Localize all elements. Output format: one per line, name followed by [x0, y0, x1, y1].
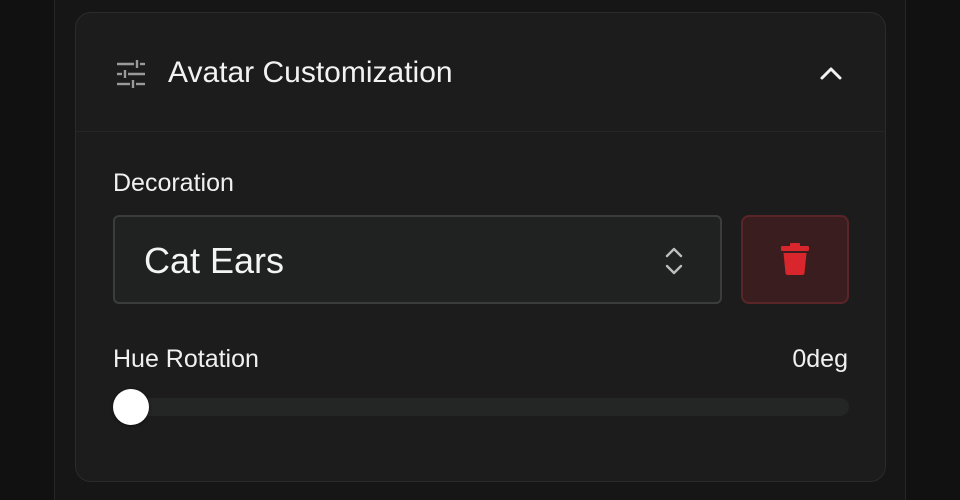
delete-decoration-button[interactable]	[741, 215, 849, 304]
decoration-selected-value: Cat Ears	[144, 240, 285, 281]
decoration-label: Decoration	[113, 169, 234, 197]
sliders-icon	[117, 60, 145, 88]
hue-rotation-value: 0deg	[792, 345, 848, 373]
slider-thumb[interactable]	[113, 389, 149, 425]
panel-header[interactable]: Avatar Customization	[76, 13, 885, 132]
hue-rotation-slider[interactable]	[113, 389, 849, 425]
chevron-up-icon[interactable]	[816, 60, 846, 86]
avatar-customization-panel: Avatar Customization Decoration Cat Ears…	[75, 12, 886, 482]
trash-icon	[781, 243, 809, 275]
decoration-select[interactable]: Cat Ears	[113, 215, 722, 304]
hue-rotation-label: Hue Rotation	[113, 345, 259, 373]
panel-title: Avatar Customization	[168, 56, 453, 89]
chevron-up-down-icon	[665, 247, 683, 275]
